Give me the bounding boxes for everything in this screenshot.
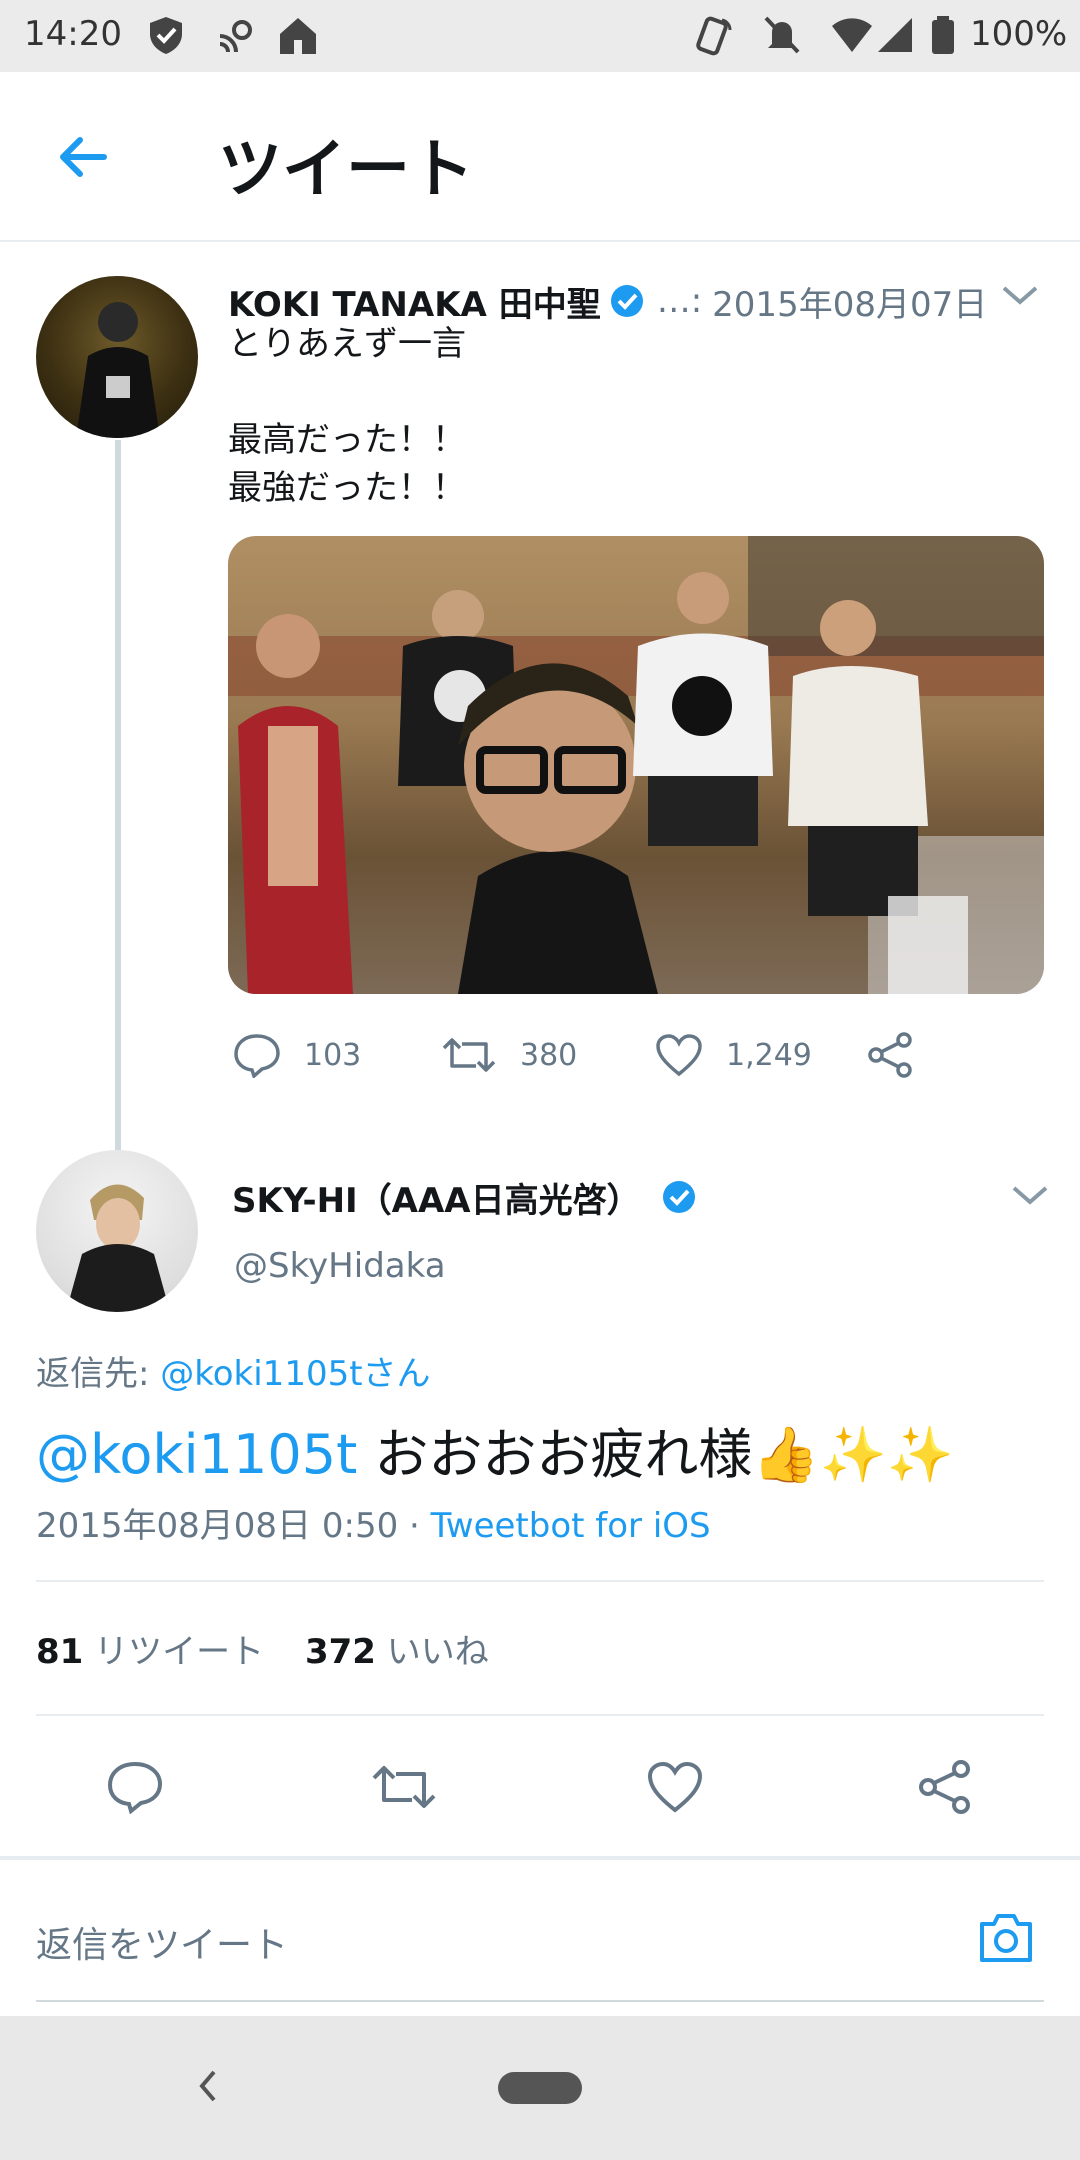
retweet-stat[interactable]: 81 リツイート	[36, 1632, 264, 1672]
like-count: 1,249	[726, 1037, 812, 1073]
reply-body: おおおお疲れ様👍✨✨	[357, 1423, 955, 1486]
like-action[interactable]: 1,249	[654, 1030, 812, 1080]
avatar[interactable]	[36, 1150, 198, 1312]
tweet-header: KOKI TANAKA 田中聖 …: 2015年08月07日	[228, 276, 1048, 326]
reply-tweet-text: @koki1105t おおおお疲れ様👍✨✨	[36, 1410, 954, 1489]
reply-count: 103	[304, 1037, 362, 1073]
camera-icon[interactable]	[976, 1910, 1036, 1966]
shield-icon	[150, 17, 182, 54]
arrow-left-icon[interactable]	[54, 128, 112, 186]
status-bar: 14:20 100%	[0, 0, 1080, 72]
divider	[36, 1714, 1044, 1716]
reply-tweet-header: SKY-HI（AAA日高光啓）	[232, 1172, 697, 1222]
reply-to-line: 返信先: @koki1105tさん	[36, 1346, 431, 1395]
author-name[interactable]: KOKI TANAKA 田中聖	[228, 277, 601, 326]
group-photo-image	[228, 536, 1044, 994]
status-time: 14:20	[24, 14, 122, 54]
verified-badge-icon	[610, 285, 643, 317]
retweet-total: 81	[36, 1632, 84, 1672]
cast-icon	[219, 20, 252, 53]
avatar[interactable]	[36, 276, 198, 438]
like-total: 372	[304, 1632, 376, 1672]
tweet-timestamp: 2015年08月08日 0:50 ·	[36, 1506, 431, 1546]
tweet-source-link[interactable]: Tweetbot for iOS	[431, 1506, 711, 1546]
tweet-timestamp-line: 2015年08月08日 0:50 · Tweetbot for iOS	[36, 1498, 711, 1547]
reply-icon[interactable]	[106, 1760, 164, 1814]
reply-action[interactable]: 103	[232, 1030, 361, 1080]
author-name[interactable]: SKY-HI（AAA日高光啓）	[232, 1173, 641, 1222]
chevron-down-icon[interactable]	[1010, 1180, 1050, 1210]
tweet-date: 2015年08月07日	[712, 284, 988, 325]
person-photo-icon	[76, 302, 160, 438]
like-stat-label: いいね	[386, 1632, 489, 1672]
compose-reply-bar[interactable]: 返信をツイート	[36, 1870, 1044, 2002]
person-photo-icon	[66, 1184, 170, 1312]
retweet-icon[interactable]	[370, 1760, 438, 1814]
divider	[0, 1856, 1080, 1860]
author-handle-truncated: …:	[656, 281, 703, 321]
nfc-icon	[696, 16, 732, 56]
author-handle[interactable]: @SkyHidaka	[234, 1246, 446, 1286]
reply-to-handle-link[interactable]: @koki1105tさん	[160, 1354, 430, 1394]
share-icon[interactable]	[916, 1760, 974, 1814]
retweet-stat-label: リツイート	[94, 1632, 265, 1672]
retweet-count: 380	[520, 1037, 578, 1073]
tweet-photo[interactable]	[228, 536, 1044, 994]
home-icon	[280, 18, 316, 54]
like-stat[interactable]: 372 いいね	[305, 1632, 489, 1672]
app-header: ツイート	[0, 72, 1080, 242]
mention-link[interactable]: @koki1105t	[36, 1423, 357, 1486]
verified-badge-icon	[662, 1181, 695, 1213]
compose-placeholder[interactable]: 返信をツイート	[36, 1916, 288, 1968]
thread-line	[115, 440, 121, 1150]
wifi-icon	[832, 18, 872, 52]
chevron-down-icon[interactable]	[1000, 280, 1040, 310]
home-pill-button[interactable]	[498, 2072, 582, 2104]
engagement-stats: 81 リツイート 372 いいね	[36, 1624, 489, 1673]
retweet-action[interactable]: 380	[440, 1030, 577, 1080]
share-icon[interactable]	[866, 1032, 916, 1078]
reply-to-label: 返信先:	[36, 1354, 161, 1394]
mute-icon	[764, 16, 800, 54]
heart-icon	[656, 1034, 702, 1077]
battery-percentage: 100%	[970, 14, 1068, 54]
back-nav-icon[interactable]	[196, 2066, 220, 2106]
signal-icon	[878, 18, 912, 52]
page-title: ツイート	[218, 133, 474, 207]
reply-icon	[234, 1034, 280, 1078]
retweet-icon	[442, 1038, 496, 1072]
heart-icon[interactable]	[646, 1760, 704, 1814]
battery-icon	[932, 16, 954, 54]
system-nav-bar	[0, 2016, 1080, 2160]
divider	[36, 1580, 1044, 1582]
tweet-text: とりあえず一言 最高だった！！ 最強だった！！	[228, 324, 466, 508]
